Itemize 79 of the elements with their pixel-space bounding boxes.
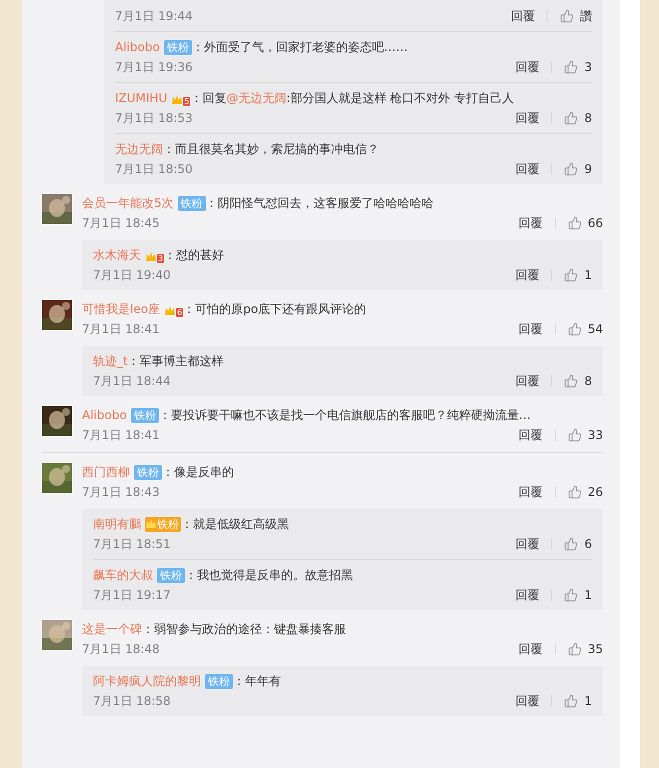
thumbs-up-icon (564, 374, 578, 388)
like-button[interactable]: 54 (568, 320, 603, 338)
comment-text: ：而且很莫名其妙，索尼搞的事冲电信？ (163, 141, 379, 158)
comment-time: 7月1日 18:41 (82, 321, 160, 338)
like-button[interactable]: 3 (564, 58, 592, 76)
comment-text: ：阴阳怪气怼回去，这客服爱了哈哈哈哈哈 (206, 195, 434, 212)
vip-fan-badge: 铁粉 (145, 516, 181, 532)
comment-time: 7月1日 19:17 (93, 587, 171, 604)
comment-time: 7月1日 19:36 (115, 59, 193, 76)
like-button[interactable]: 26 (568, 483, 603, 501)
like-button[interactable]: 9 (564, 160, 592, 178)
comment-text: ：我也觉得是反串的。故意招黑 (185, 567, 353, 584)
reply-link[interactable]: 回覆 (518, 320, 543, 338)
comment-text: ：可怕的原po底下还有跟风评论的 (183, 301, 366, 318)
comment-time: 7月1日 18:58 (93, 693, 171, 710)
like-button[interactable]: 讚 (560, 7, 592, 25)
reply-link[interactable]: 回覆 (515, 266, 540, 284)
comment-time: 7月1日 18:51 (93, 536, 171, 553)
like-button[interactable]: 8 (564, 109, 592, 127)
thumbs-up-icon (564, 162, 578, 176)
reply-link[interactable]: 回覆 (515, 58, 540, 76)
thumbs-up-icon (564, 694, 578, 708)
reply-link[interactable]: 回覆 (515, 535, 540, 553)
comment-text: ：军事博主都这样 (128, 353, 224, 370)
comment-time: 7月1日 18:48 (82, 641, 160, 658)
comment-text: ：外面受了气，回家打老婆的姿态吧…… (192, 39, 408, 56)
comment-text: ：年年有 (233, 673, 281, 690)
reply-link[interactable]: 回覆 (518, 640, 543, 658)
reply-link[interactable]: 回覆 (518, 214, 543, 232)
thumbs-up-icon (568, 485, 582, 499)
comment-text: ：怼的甚好 (164, 247, 224, 264)
like-button[interactable]: 66 (568, 214, 603, 232)
comment-time: 7月1日 18:41 (82, 427, 160, 444)
reply-link[interactable]: 回覆 (515, 372, 540, 390)
comment-text: ：像是反串的 (162, 464, 234, 481)
vip-crown-badge: 6 (164, 301, 184, 317)
reply-link[interactable]: 回覆 (518, 483, 543, 501)
reply-link[interactable]: 回覆 (518, 426, 543, 444)
thumbs-up-icon (564, 111, 578, 125)
reply-link[interactable]: 回覆 (515, 586, 540, 604)
like-button[interactable]: 35 (568, 640, 603, 658)
like-button[interactable]: 6 (564, 535, 592, 553)
reply-link[interactable]: 回覆 (515, 692, 540, 710)
like-button[interactable]: 8 (564, 372, 592, 390)
comment-text: ：就是低级红高级黑 (181, 516, 289, 533)
vip-crown-badge: 5 (171, 90, 190, 106)
comment-time: 7月1日 19:40 (93, 267, 171, 284)
reply-link[interactable]: 回覆 (515, 160, 540, 178)
comment-text: ：弱智参与政治的途径：键盘暴揍客服 (142, 621, 346, 638)
fan-badge: 铁粉 (130, 408, 159, 422)
comment-text: ：要投诉要干嘛也不该是找一个电信旗舰店的客服吧？纯粹硬拗流量… (158, 407, 531, 424)
like-button[interactable]: 1 (564, 266, 592, 284)
fan-badge: 铁粉 (205, 674, 233, 688)
thumbs-up-icon (560, 9, 574, 23)
comment-time: 7月1日 18:50 (115, 161, 193, 178)
reply-link[interactable]: 回覆 (515, 109, 540, 127)
reply-link[interactable]: 回覆 (511, 7, 535, 25)
comment-time: 7月1日 18:43 (82, 484, 160, 501)
thumbs-up-icon (564, 588, 578, 602)
comment-time: 7月1日 18:53 (115, 110, 193, 127)
fan-badge: 铁粉 (178, 196, 206, 210)
thumbs-up-icon (564, 268, 578, 282)
thumbs-up-icon (568, 322, 582, 336)
like-button[interactable]: 33 (568, 426, 603, 444)
thumbs-up-icon (564, 60, 578, 74)
fan-badge: 铁粉 (164, 40, 192, 54)
thumbs-up-icon (564, 537, 578, 551)
thumbs-up-icon (568, 642, 582, 656)
comment-time: 7月1日 18:44 (93, 373, 171, 390)
like-button[interactable]: 1 (564, 692, 592, 710)
fan-badge: 铁粉 (134, 464, 162, 480)
fan-badge: 铁粉 (157, 568, 185, 582)
thumbs-up-icon (568, 428, 582, 442)
like-button[interactable]: 1 (564, 586, 592, 604)
comment-text: ：回复@无边无阔:部分国人就是这样 枪口不对外 专打自己人 (190, 90, 514, 107)
comment-time: 7月1日 18:45 (82, 215, 160, 232)
vip-crown-badge: 3 (145, 247, 164, 263)
thumbs-up-icon (568, 216, 582, 230)
comment-time: 7月1日 19:44 (115, 8, 193, 25)
